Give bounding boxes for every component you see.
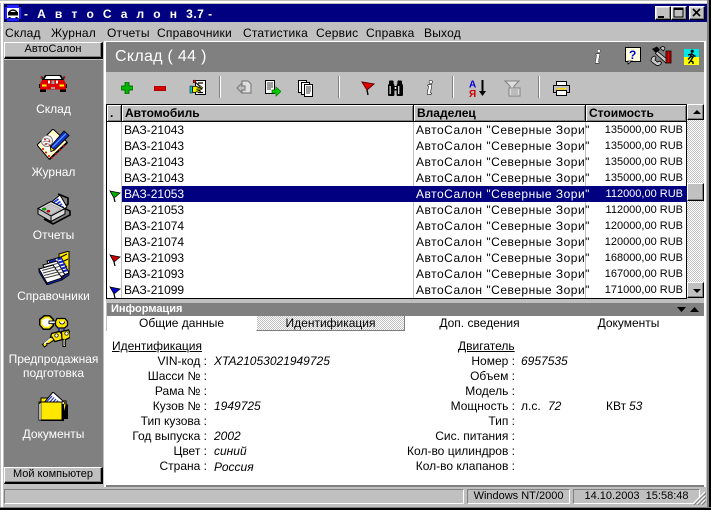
- svg-text:i: i: [595, 47, 601, 67]
- svg-text:Я: Я: [469, 89, 476, 98]
- svg-text:i: i: [427, 78, 433, 98]
- svg-text:?: ?: [629, 48, 636, 62]
